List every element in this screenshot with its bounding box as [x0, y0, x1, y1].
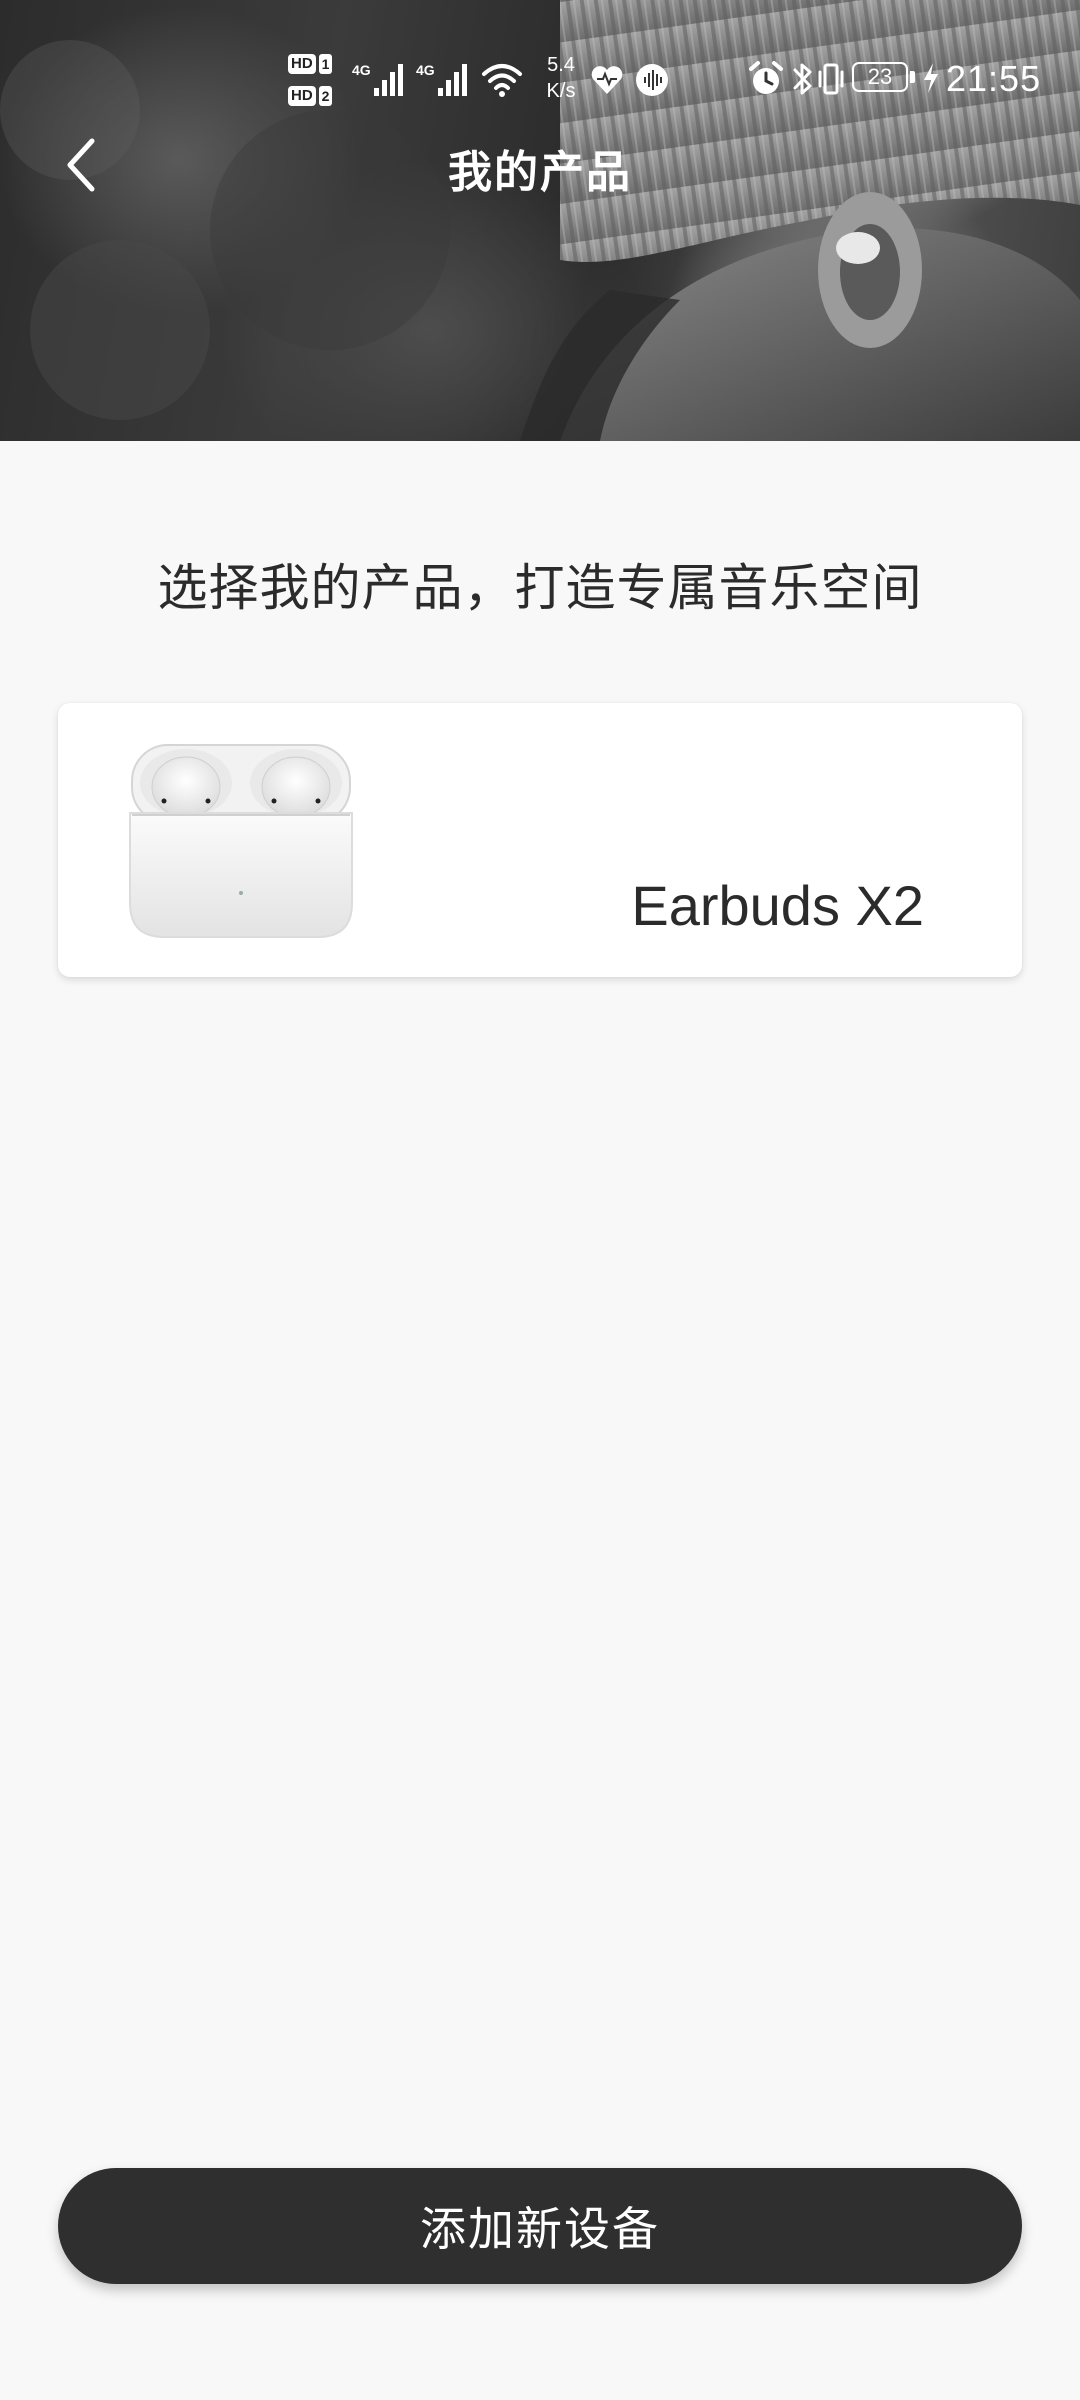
- bluetooth-icon: [793, 63, 812, 95]
- speed-unit: K/s: [546, 80, 576, 102]
- alarm-icon: [749, 61, 783, 94]
- signal-icon-1: [374, 64, 403, 96]
- wifi-icon: [482, 64, 522, 97]
- battery-tip: [910, 71, 915, 83]
- product-card-earbuds-x2[interactable]: Earbuds X2: [58, 703, 1022, 977]
- signal-icon-2: [438, 64, 467, 96]
- network-type-1: 4G: [352, 62, 371, 78]
- hd-badge-1: HD: [288, 54, 316, 74]
- speed-value: 5.4: [547, 54, 575, 76]
- battery-indicator: 23: [852, 62, 908, 92]
- audio-wave-icon: [636, 64, 668, 96]
- network-speed: 5.4 K/s: [536, 52, 586, 104]
- header-banner: HD 1 HD 2 4G 4G 5.4 K/s 23 21:55 我的产品: [0, 0, 1080, 441]
- hd-badge-2: HD: [288, 86, 316, 106]
- sim-indicators: HD 1 HD 2: [288, 50, 342, 114]
- add-new-device-button[interactable]: 添加新设备: [58, 2168, 1022, 2284]
- vibrate-icon: [818, 63, 844, 95]
- product-name: Earbuds X2: [631, 874, 924, 937]
- earbuds-case-image: [129, 744, 353, 938]
- page-title: 我的产品: [448, 147, 632, 198]
- network-type-2: 4G: [416, 62, 435, 78]
- sim-2-label: 2: [318, 86, 333, 106]
- add-new-device-label: 添加新设备: [420, 2202, 660, 2256]
- charging-icon: [924, 63, 938, 93]
- status-bar: HD 1 HD 2 4G 4G 5.4 K/s 23 21:55: [0, 44, 1080, 114]
- clock: 21:55: [946, 58, 1042, 99]
- sim-1-label: 1: [318, 54, 333, 74]
- page-subtitle: 选择我的产品，打造专属音乐空间: [157, 559, 923, 617]
- health-heart-icon: [591, 66, 623, 94]
